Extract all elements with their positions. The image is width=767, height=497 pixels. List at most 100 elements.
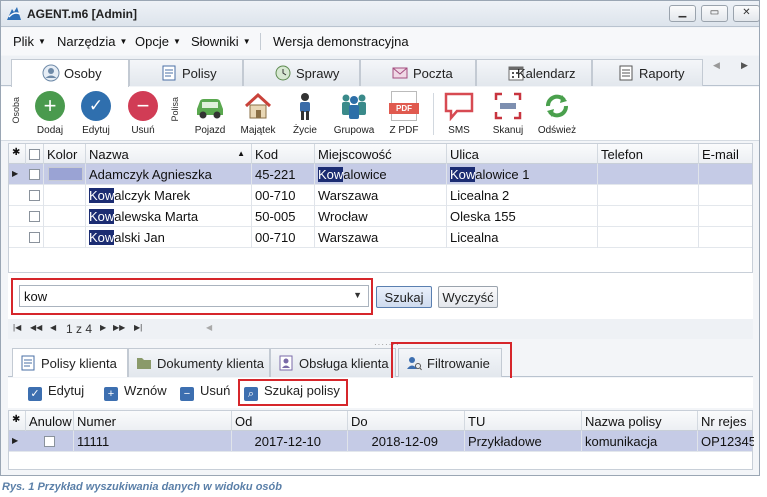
tab-poczta[interactable]: Poczta [360,59,476,86]
report-icon [619,65,633,81]
column-header-tu[interactable]: TU [465,411,582,431]
wznow-label: Wznów [124,383,167,398]
grupowa-button[interactable]: Grupowa [331,91,377,136]
scroll-left-icon[interactable]: ◀ [206,323,212,332]
row-checkbox[interactable] [29,232,40,243]
close-button[interactable]: ✕ [733,5,760,22]
grid-header-select-all[interactable] [26,144,44,164]
row-kod: 00-710 [252,185,315,206]
menu-narzedzia[interactable]: Narzędzia ▼ [57,34,127,49]
odswiez-button[interactable]: Odśwież [535,91,579,136]
first-page-icon[interactable]: |◀ [13,323,21,332]
row-anulowana-checkbox[interactable] [44,436,55,447]
prev-page-fast-icon[interactable]: ◀◀ [30,323,42,332]
majatek-button[interactable]: Majątek [235,91,281,136]
column-header-od[interactable]: Od [232,411,348,431]
zycie-button[interactable]: Życie [285,91,325,136]
figure-caption: Rys. 1 Przykład wyszukiwania danych w wi… [2,481,282,493]
column-header-nazwa[interactable]: Nazwa ▲ [86,144,252,164]
row-checkbox-cell[interactable] [26,185,44,206]
tab-osoby[interactable]: Osoby [11,59,129,87]
column-header-kod[interactable]: Kod [252,144,315,164]
usun-button[interactable]: − Usuń [122,91,164,136]
row-ulica: Licealna 2 [447,185,598,206]
row-telefon [598,206,699,227]
row-nazwa-text: alewska Marta [114,209,199,224]
edytuj-label: Edytuj [82,125,110,136]
column-header-miejscowosc[interactable]: Miejscowość [315,144,447,164]
next-page-fast-icon[interactable]: ▶▶ [113,323,125,332]
table-row[interactable]: Kowalewska Marta 50-005 Wrocław Oleska 1… [9,206,752,227]
column-header-telefon[interactable]: Telefon [598,144,699,164]
chevron-down-icon[interactable]: ▼ [353,290,362,300]
prev-page-icon[interactable]: ◀ [50,323,56,332]
last-page-icon[interactable]: ▶| [134,323,142,332]
row-nazwa-text: alczyk Marek [114,188,191,203]
tab-polisy[interactable]: Polisy [129,59,243,86]
menu-wersja-demo[interactable]: Wersja demonstracyjna [273,34,409,49]
menu-opcje[interactable]: Opcje ▼ [135,34,181,49]
table-row[interactable]: ▶ Adamczyk Agnieszka 45-221 Kowalowice K… [9,164,752,185]
row-checkbox-cell[interactable] [26,164,44,185]
table-row[interactable]: ▶ 11111 2017-12-10 2018-12-09 Przykładow… [9,431,754,452]
mail-icon [392,67,408,79]
row-miejscowosc: Wrocław [315,206,447,227]
tab-scroll-right-icon[interactable]: ▶ [741,60,748,71]
edytuj-policy-button[interactable]: ✓ Edytuj [28,383,84,403]
row-checkbox-cell[interactable] [26,206,44,227]
search-input[interactable]: kow ▼ [19,285,369,307]
tab-obsluga-klienta[interactable]: Obsługa klienta [270,348,396,377]
column-header-anulowana[interactable]: Anulow [26,411,74,431]
skanuj-button[interactable]: Skanuj [487,91,529,136]
row-numer: 11111 [74,431,232,452]
column-header-nr-rejestracyjny[interactable]: Nr rejes [698,411,754,431]
sms-button[interactable]: SMS [439,91,479,136]
tab-sprawy[interactable]: Sprawy [243,59,360,86]
column-header-ulica[interactable]: Ulica [447,144,598,164]
row-anulowana-cell[interactable] [26,431,74,452]
tab-kalendarz[interactable]: Kalendarz [476,59,592,86]
wznow-button[interactable]: + Wznów [104,383,167,403]
menu-plik-label: Plik [13,34,34,49]
dodaj-button[interactable]: + Dodaj [29,91,71,136]
row-email [699,185,754,206]
row-checkbox[interactable] [29,190,40,201]
column-header-email[interactable]: E-mail [699,144,754,164]
row-telefon [598,227,699,248]
pojazd-button[interactable]: Pojazd [187,91,233,136]
column-header-kolor[interactable]: Kolor [44,144,86,164]
pojazd-label: Pojazd [194,125,226,136]
tab-scroll-left-icon[interactable]: ◀ [713,60,720,71]
maximize-button[interactable]: ▭ [701,5,728,22]
table-row[interactable]: Kowalski Jan 00-710 Warszawa Licealna [9,227,752,248]
row-ulica-text: alowice 1 [475,167,530,182]
column-header-nazwa-polisy[interactable]: Nazwa polisy [582,411,698,431]
tab-dokumenty-klienta[interactable]: Dokumenty klienta [128,348,270,377]
table-row[interactable]: Kowalczyk Marek 00-710 Warszawa Licealna… [9,185,752,206]
menu-plik[interactable]: Plik ▼ [13,34,46,49]
wyczysc-button[interactable]: Wyczyść [438,286,498,308]
z-pdf-button[interactable]: PDF Z PDF [382,91,426,136]
grupowa-label: Grupowa [333,125,375,136]
tab-polisy-klienta[interactable]: Polisy klienta [12,348,128,377]
tab-polisy-klienta-label: Polisy klienta [41,356,117,371]
title-bar: AGENT.m6 [Admin] ▁ ▭ ✕ [1,1,760,27]
group-label-osoba: Osoba [11,97,21,124]
row-do: 2018-12-09 [348,431,465,452]
minimize-button[interactable]: ▁ [669,5,696,22]
edytuj-button[interactable]: ✓ Edytuj [75,91,117,136]
row-tu: Przykładowe [465,431,582,452]
column-header-numer[interactable]: Numer [74,411,232,431]
row-checkbox-cell[interactable] [26,227,44,248]
row-checkbox[interactable] [29,169,40,180]
main-tab-strip: Osoby Polisy Sprawy Poczta Kalendarz Rap… [1,56,759,87]
select-all-checkbox[interactable] [29,149,40,160]
column-header-do[interactable]: Do [348,411,465,431]
row-checkbox[interactable] [29,211,40,222]
menu-slowniki[interactable]: Słowniki ▼ [191,34,251,49]
refresh-icon [546,94,568,118]
usun-policy-button[interactable]: − Usuń [180,383,230,403]
tab-raporty[interactable]: Raporty [592,59,703,86]
next-page-icon[interactable]: ▶ [100,323,106,332]
szukaj-button[interactable]: Szukaj [376,286,432,308]
